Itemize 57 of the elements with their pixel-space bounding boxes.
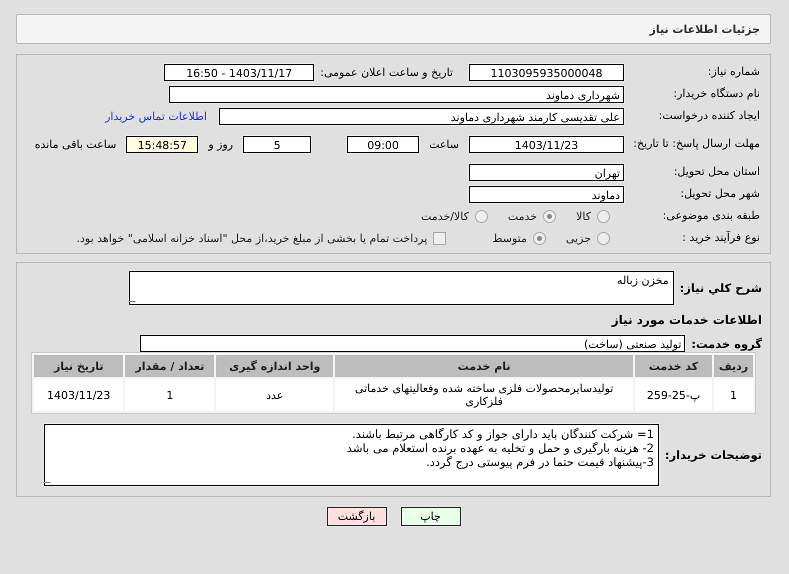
buyer-field: شهرداری دماوند (169, 86, 624, 102)
field-label: ایجاد کننده درخواست: (658, 109, 761, 123)
creator-field: علی تقدیسی کارمند شهرداری دماوند (219, 108, 624, 124)
table-cell: عدد (216, 379, 334, 411)
buyer-contact-link[interactable]: اطلاعات تماس خریدار (105, 110, 207, 122)
field-label: تاریخ و ساعت اعلان عمومی: (320, 66, 453, 78)
field-label: توضیحات خریدار: (664, 448, 763, 462)
page-title: جزئیات اطلاعات نیاز (650, 22, 760, 36)
description-textarea[interactable]: مخزن زباله (128, 271, 674, 305)
back-button[interactable]: بازگشت (326, 507, 386, 526)
field-label: نوع فرآیند خرید : (681, 231, 761, 245)
radio-label: جزیی (566, 232, 591, 244)
column-header: نام خدمت (335, 355, 634, 377)
city-field: دماوند (469, 186, 624, 202)
radio-button[interactable] (474, 210, 488, 222)
field-label: شرح کلي نياز: (680, 281, 763, 295)
field-label: طبقه بندی موضوعی: (662, 209, 761, 223)
remaining-label: ساعت باقی مانده (34, 138, 116, 150)
deadline-time-field: 09:00 (347, 136, 420, 152)
days-label: روز و (208, 138, 234, 150)
radio-button[interactable] (597, 232, 610, 244)
table-cell: پ-25-259 (635, 379, 712, 411)
service-group-field: تولید صنعتی (ساخت) (140, 335, 686, 352)
field-label: نام دستگاه خریدار: (672, 87, 761, 101)
radio-label: خدمت (508, 210, 538, 222)
table-cell: تولیدسایرمحصولات فلزی ساخته شده وفعالیتهای خدماتی فلزکاری (335, 379, 634, 411)
province-field: تهران (469, 164, 624, 180)
table-cell: 1 (714, 379, 753, 411)
field-label: مهلت ارسال پاسخ: تا تاریخ: (632, 137, 761, 151)
field-label: شهر محل تحویل: (679, 187, 761, 201)
need-number-field: 1103095935000048 (469, 64, 624, 80)
table-cell: 1 (125, 379, 214, 411)
section-heading: اطلاعات خدمات مورد نیاز (610, 313, 763, 327)
print-button[interactable]: چاپ (400, 507, 460, 526)
radio-label: متوسط (492, 232, 527, 244)
radio-button[interactable] (543, 210, 556, 222)
field-label: شماره نیاز: (706, 65, 761, 79)
deadline-date-field: 1403/11/23 (469, 136, 624, 152)
column-header: ردیف (714, 355, 753, 377)
buyer-notes-textarea[interactable]: 1= شرکت کنندگان باید دارای جواز و کد کارگاهی مرتبط باشند. 2- هزینه بارگیری و حمل و تخلیه به عهده برنده استعلام می باشد 3-پیشنهاد قیمت حتما در فرم پیوستی درج گردد. (44, 424, 659, 486)
checkbox[interactable] (433, 232, 446, 244)
radio-button[interactable] (532, 232, 546, 244)
announce-date-field: 1403/11/17 - 16:50 (164, 64, 314, 80)
column-header: کد خدمت (635, 355, 712, 377)
field-label: گروه خدمت: (691, 336, 763, 350)
radio-button[interactable] (597, 210, 610, 222)
column-header: تاریخ نیاز (34, 355, 124, 377)
field-label: استان محل تحویل: (672, 165, 761, 179)
remaining-time-field: 15:48:57 (126, 136, 198, 152)
time-label: ساعت (429, 138, 459, 150)
table-cell: 1403/11/23 (34, 379, 124, 411)
column-header: واحد اندازه گیری (216, 355, 334, 377)
checkbox-label: پرداخت تمام یا بخشی از مبلغ خرید،از محل "اسناد خزانه اسلامی" خواهد بود. (76, 232, 428, 244)
column-header: تعداد / مقدار (125, 355, 214, 377)
radio-label: کالا (576, 210, 591, 222)
radio-label: کالا/خدمت (421, 210, 469, 222)
days-field: 5 (243, 136, 312, 152)
